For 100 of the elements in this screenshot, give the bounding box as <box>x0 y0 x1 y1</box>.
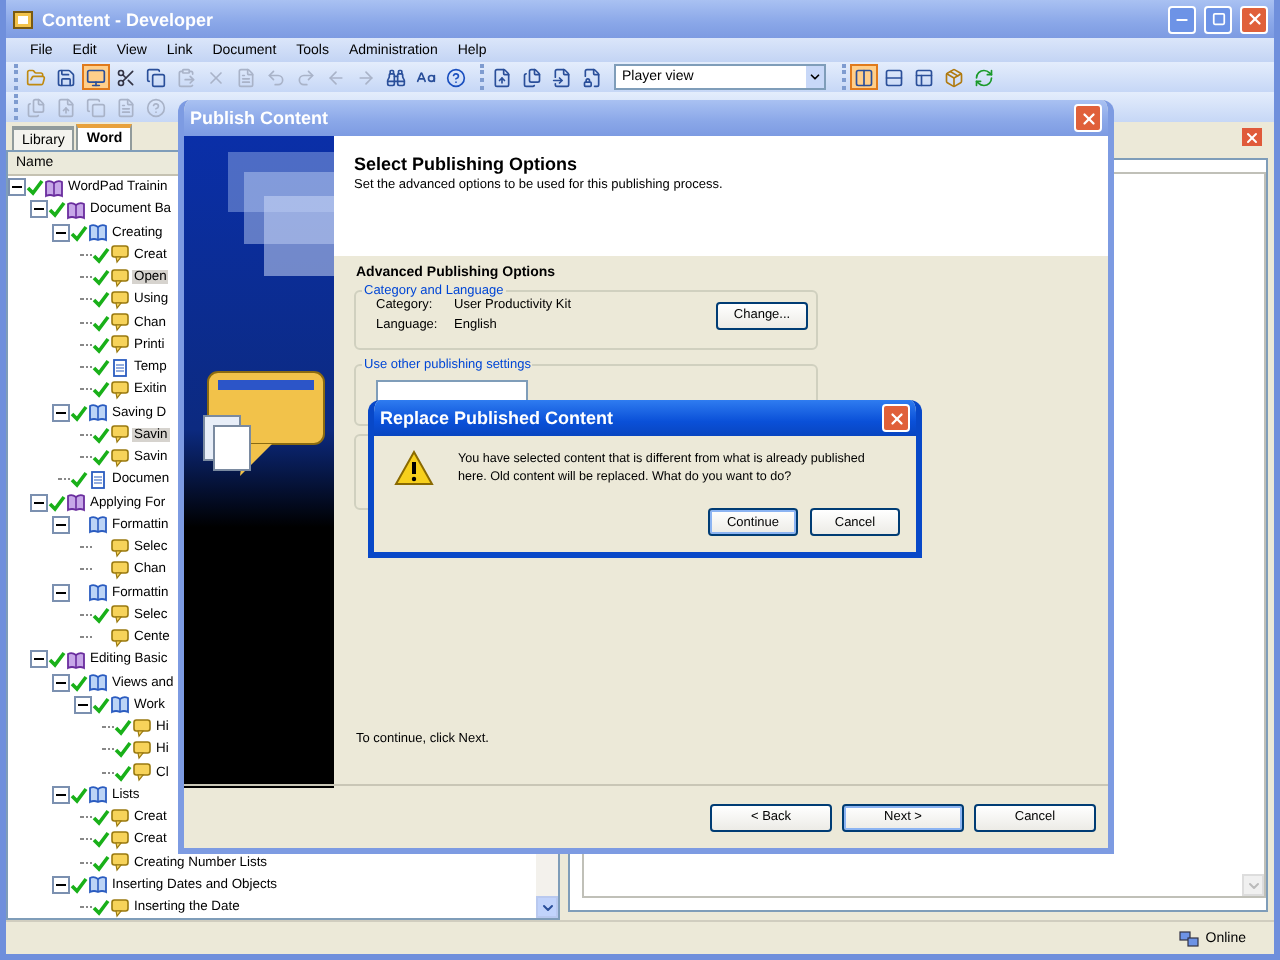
book-icon <box>88 514 108 535</box>
chevron-down-icon <box>539 899 555 915</box>
speech-bubble-icon <box>110 627 130 648</box>
book-icon <box>44 177 64 198</box>
columns-button[interactable] <box>850 64 878 90</box>
warning-icon <box>394 450 434 486</box>
copy-button[interactable] <box>142 64 170 90</box>
minus-box-icon[interactable] <box>52 515 70 534</box>
window-title: Content - Developer <box>42 9 216 29</box>
panels-button[interactable] <box>910 64 938 90</box>
speech-bubble-icon <box>110 559 130 580</box>
network-icon <box>1177 929 1200 947</box>
lock-button[interactable] <box>578 64 606 90</box>
arrowright-icon <box>356 67 376 87</box>
lock-icon <box>582 67 602 87</box>
binoculars-button[interactable] <box>382 64 410 90</box>
close-icon <box>1245 10 1263 28</box>
maximize-icon <box>1211 12 1225 26</box>
minimize-button[interactable] <box>1168 5 1196 33</box>
rows-icon <box>884 67 904 87</box>
book-icon <box>88 784 108 805</box>
close-icon <box>1244 129 1260 145</box>
document-icon <box>236 67 256 87</box>
maximize-button[interactable] <box>1204 5 1232 33</box>
binoculars-icon <box>386 67 406 87</box>
speech-bubble-icon <box>132 717 152 738</box>
minus-box-icon[interactable] <box>52 673 70 692</box>
speech-bubble-icon <box>110 447 130 468</box>
document-icon <box>110 357 130 378</box>
book-icon <box>88 874 108 895</box>
folder-icon <box>26 67 46 87</box>
minus-box-icon[interactable] <box>30 200 48 219</box>
help-button[interactable] <box>442 64 470 90</box>
monitor-button[interactable] <box>82 64 110 90</box>
book-icon <box>88 402 108 423</box>
document-icon <box>116 97 136 117</box>
minus-box-icon[interactable] <box>52 875 70 894</box>
book-icon <box>110 694 130 715</box>
speech-bubble-icon <box>110 289 130 310</box>
files-button[interactable] <box>518 64 546 90</box>
speech-bubble-icon <box>110 244 130 265</box>
speech-bubble-icon <box>110 604 130 625</box>
speech-bubble-icon <box>110 312 130 333</box>
scroll-down-button[interactable] <box>536 896 558 918</box>
rows-button[interactable] <box>880 64 908 90</box>
close-button[interactable] <box>882 404 910 432</box>
minus-box-icon[interactable] <box>74 695 92 714</box>
cross-icon <box>206 67 226 87</box>
help-icon <box>146 97 166 117</box>
minus-box-icon[interactable] <box>52 223 70 242</box>
book-icon <box>66 492 86 513</box>
dropdown-icon <box>808 70 822 84</box>
book-icon <box>88 222 108 243</box>
speech-bubble-icon <box>110 537 130 558</box>
upload-icon <box>492 67 512 87</box>
files-icon <box>522 67 542 87</box>
help-icon <box>446 67 466 87</box>
monitor-icon <box>86 67 106 87</box>
book-icon <box>66 649 86 670</box>
disk-button[interactable] <box>52 64 80 90</box>
refresh-button[interactable] <box>970 64 998 90</box>
dialog-title: Publish Content <box>190 108 330 128</box>
columns-icon <box>854 67 874 87</box>
package-icon <box>944 67 964 87</box>
letters-icon <box>416 67 436 87</box>
undo-icon <box>266 67 286 87</box>
book-icon <box>88 672 108 693</box>
minus-box-icon[interactable] <box>30 650 48 669</box>
upload-icon <box>56 97 76 117</box>
redo-icon <box>296 67 316 87</box>
minus-box-icon[interactable] <box>52 403 70 422</box>
package-button[interactable] <box>940 64 968 90</box>
close-button[interactable] <box>1240 5 1268 33</box>
speech-bubble-icon <box>110 424 130 445</box>
copy-icon <box>86 97 106 117</box>
panels-icon <box>914 67 934 87</box>
copy-icon <box>146 67 166 87</box>
speech-bubble-icon <box>110 334 130 355</box>
chevron-down-icon <box>1245 877 1261 893</box>
close-button[interactable] <box>1074 104 1102 132</box>
speech-bubble-icon <box>132 762 152 783</box>
speech-bubble-icon <box>110 852 130 873</box>
files-icon <box>26 97 46 117</box>
close-button[interactable] <box>1242 128 1262 146</box>
clipboard-icon <box>176 67 196 87</box>
document-icon <box>88 469 108 490</box>
minus-box-icon[interactable] <box>30 493 48 512</box>
book-icon <box>88 582 108 603</box>
speech-bubble-icon <box>132 739 152 760</box>
speech-bubble-icon <box>110 267 130 288</box>
minus-box-icon[interactable] <box>52 583 70 602</box>
book-icon <box>66 199 86 220</box>
dialog-title: Replace Published Content <box>380 408 616 428</box>
speech-bubble-icon <box>110 829 130 850</box>
minus-box-icon[interactable] <box>8 178 26 197</box>
minus-box-icon[interactable] <box>52 785 70 804</box>
arrowleft-icon <box>326 67 346 87</box>
refresh-icon <box>974 67 994 87</box>
import-icon <box>552 67 572 87</box>
speech-bubble-icon <box>110 379 130 400</box>
